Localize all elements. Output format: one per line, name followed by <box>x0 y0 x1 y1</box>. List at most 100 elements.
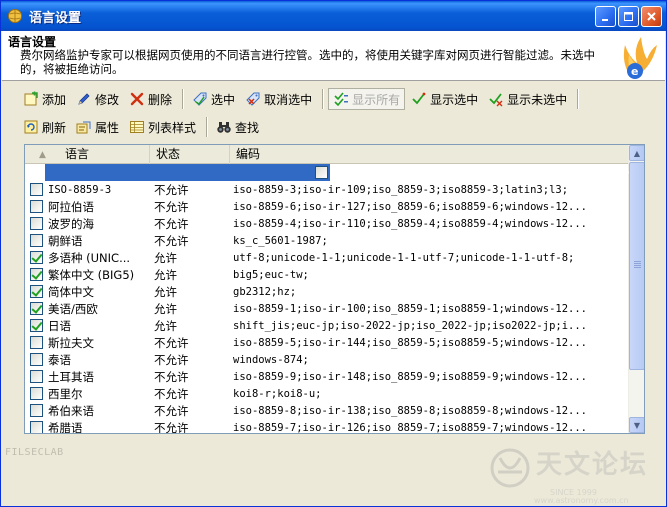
refresh-button[interactable]: 刷新 <box>19 116 70 138</box>
language-name: 美语/西欧 <box>48 301 98 316</box>
column-header-language[interactable]: ▲ 语言 <box>25 145 150 164</box>
cell-encoding: iso-8859-1;iso-ir-100;iso_8859-1;iso8859… <box>233 302 588 315</box>
list-row[interactable]: 斯拉夫文 不允许 iso-8859-5;iso-ir-144;iso_8859-5;… <box>25 334 629 351</box>
scroll-down-button[interactable]: ▼ <box>629 417 644 433</box>
cell-language: 阿拉伯语 <box>25 199 150 215</box>
toolbar-main: 添加 修改 删除 选中 取消选中 显示所有 显示选中 显示未选中 <box>19 87 583 111</box>
select-tag-icon <box>192 91 208 107</box>
list-row[interactable]: 朝鲜语 不允许 ks_c_5601-1987; <box>25 232 629 249</box>
list-row[interactable]: 美语/西欧 允许 iso-8859-1;iso-ir-100;iso_8859-1;… <box>25 300 629 317</box>
chevron-down-icon: ▼ <box>633 420 641 430</box>
row-checkbox[interactable] <box>314 166 328 179</box>
language-name: 日语 <box>48 318 71 333</box>
row-checkbox[interactable] <box>30 234 43 247</box>
cell-status: 允许 <box>154 301 177 316</box>
show-selected-button[interactable]: 显示选中 <box>407 88 482 110</box>
row-checkbox[interactable] <box>30 319 43 332</box>
watermark: 天文论坛 SINCE 1999 www.astronomy.com.cn <box>484 434 664 505</box>
list-row[interactable]: 希伯来语 不允许 iso-8859-8;iso-ir-138;iso_8859-8;… <box>25 402 629 419</box>
row-checkbox[interactable] <box>30 285 43 298</box>
edit-label: 修改 <box>95 92 120 107</box>
cell-language: 日语 <box>25 318 150 334</box>
cell-language: 希腊语 <box>25 420 150 434</box>
list-row[interactable]: 繁体中文 (BIG5) 允许 big5;euc-tw; <box>25 266 629 283</box>
row-checkbox[interactable] <box>30 353 43 366</box>
cell-language: 美语/西欧 <box>25 301 150 317</box>
close-button[interactable] <box>641 6 662 27</box>
cell-language: 朝鲜语 <box>25 233 150 249</box>
language-name: 希腊语 <box>48 420 83 434</box>
cell-status: 不允许 <box>154 403 189 418</box>
language-name: 泰语 <box>48 352 71 367</box>
list-row[interactable]: 阿拉伯语 不允许 iso-8859-6;iso-ir-127;iso_8859-6;… <box>25 198 629 215</box>
list-row[interactable]: 希腊语 不允许 iso-8859-7;iso-ir-126;iso_8859-7;i… <box>25 419 629 434</box>
cell-encoding: shift_jis;euc-jp;iso-2022-jp;iso_2022-jp… <box>233 319 588 332</box>
row-checkbox[interactable] <box>30 217 43 230</box>
row-checkbox[interactable] <box>30 404 43 417</box>
minimize-icon <box>602 19 608 21</box>
row-checkbox[interactable] <box>30 268 43 281</box>
column-header-status[interactable]: 状态 <box>150 145 230 164</box>
row-checkbox[interactable] <box>30 302 43 315</box>
list-row[interactable]: 西里尔 不允许 koi8-r;koi8-u; <box>25 385 629 402</box>
binoculars-icon <box>216 119 232 135</box>
row-checkbox[interactable] <box>30 336 43 349</box>
show-all-button[interactable]: 显示所有 <box>328 88 406 110</box>
list-row[interactable]: 多语种 (UNIC... 允许 utf-8;unicode-1-1;unicode-… <box>25 249 629 266</box>
row-checkbox[interactable] <box>30 251 43 264</box>
properties-button[interactable]: 属性 <box>72 116 123 138</box>
find-button[interactable]: 查找 <box>212 116 263 138</box>
select-button[interactable]: 选中 <box>188 88 239 110</box>
list-style-button[interactable]: 列表样式 <box>125 116 200 138</box>
language-name: ISO-8859-3 <box>48 183 112 196</box>
delete-x-icon <box>129 91 145 107</box>
language-list[interactable]: ▲ 语言 状态 编码 ISO-2022-KR不允许iso-2022-kr;iso… <box>24 144 645 434</box>
row-checkbox[interactable] <box>30 387 43 400</box>
list-row[interactable]: ISO-2022-KR不允许 iso-2022-kr;iso_2022-kr;is… <box>25 164 629 181</box>
add-label: 添加 <box>42 92 67 107</box>
cell-language: 波罗的海 <box>25 216 150 232</box>
list-row[interactable]: 土耳其语 不允许 iso-8859-9;iso-ir-148;iso_8859-9;… <box>25 368 629 385</box>
language-name: 西里尔 <box>48 386 83 401</box>
list-row[interactable]: 波罗的海 不允许 iso-8859-4;iso-ir-110;iso_8859-4;… <box>25 215 629 232</box>
maximize-button[interactable] <box>618 6 639 27</box>
deselect-button[interactable]: 取消选中 <box>241 88 316 110</box>
row-checkbox[interactable] <box>30 183 43 196</box>
list-row[interactable]: 简体中文 允许 gb2312;hz; <box>25 283 629 300</box>
cell-status: 不允许 <box>380 165 416 180</box>
row-checkbox[interactable] <box>30 370 43 383</box>
cell-status: 不允许 <box>154 182 189 197</box>
find-label: 查找 <box>235 120 260 135</box>
cell-language: ISO-8859-3 <box>25 183 150 196</box>
show-all-label: 显示所有 <box>352 92 401 107</box>
row-checkbox[interactable] <box>30 421 43 433</box>
column-header-encoding[interactable]: 编码 <box>230 145 629 164</box>
language-name: 波罗的海 <box>48 216 94 231</box>
row-checkbox[interactable] <box>30 200 43 213</box>
toolbar-separator <box>206 117 209 137</box>
cell-status: 不允许 <box>154 369 189 384</box>
cell-language: 土耳其语 <box>25 369 150 385</box>
language-name: 多语种 (UNIC... <box>48 250 131 265</box>
cell-encoding: iso-8859-9;iso-ir-148;iso_8859-9;iso8859… <box>233 370 588 383</box>
list-row[interactable]: 日语 允许 shift_jis;euc-jp;iso-2022-jp;iso_202… <box>25 317 629 334</box>
scroll-thumb[interactable] <box>629 162 644 370</box>
show-unselected-button[interactable]: 显示未选中 <box>484 88 571 110</box>
list-row[interactable]: ISO-8859-3 不允许 iso-8859-3;iso-ir-109;iso_8… <box>25 181 629 198</box>
delete-button[interactable]: 删除 <box>125 88 176 110</box>
vertical-scrollbar[interactable]: ▲ ▼ <box>628 145 644 433</box>
edit-button[interactable]: 修改 <box>72 88 123 110</box>
cell-language: 多语种 (UNIC... <box>25 250 150 266</box>
toolbar-separator <box>182 89 185 109</box>
add-button[interactable]: 添加 <box>19 88 70 110</box>
sort-ascending-icon: ▲ <box>39 150 46 160</box>
minimize-button[interactable] <box>595 6 616 27</box>
title-bar[interactable]: 语言设置 <box>1 1 666 31</box>
scroll-up-button[interactable]: ▲ <box>629 145 644 161</box>
show-unselected-icon <box>488 91 504 107</box>
close-icon <box>647 12 656 21</box>
language-name: 阿拉伯语 <box>48 199 94 214</box>
cell-language: ISO-2022-KR <box>310 166 377 179</box>
cell-language: 泰语 <box>25 352 150 368</box>
list-row[interactable]: 泰语 不允许 windows-874; <box>25 351 629 368</box>
